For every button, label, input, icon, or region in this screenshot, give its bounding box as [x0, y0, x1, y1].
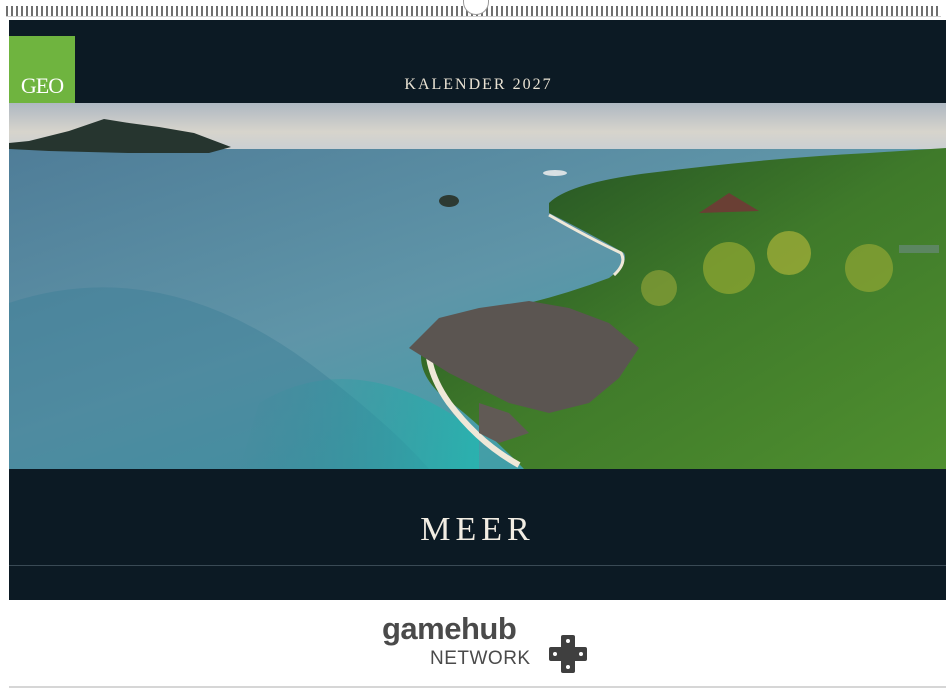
- calendar-cover: GEO KALENDER 2027 MEER gamehub NETWORK: [0, 0, 947, 689]
- gamehub-brand-network: NETWORK: [430, 648, 531, 669]
- spiral-binding: [0, 0, 947, 20]
- geo-logo: GEO: [9, 36, 75, 103]
- geo-logo-text: GEO: [20, 73, 64, 98]
- cover-photo: [9, 103, 946, 469]
- plus-icon: [549, 635, 587, 673]
- calendar-title: MEER: [420, 511, 535, 548]
- title-band: MEER: [9, 469, 946, 600]
- calendar-subtitle: KALENDER 2027: [404, 76, 553, 93]
- title-divider: [9, 565, 946, 566]
- gamehub-brand-name: gamehub: [382, 611, 517, 646]
